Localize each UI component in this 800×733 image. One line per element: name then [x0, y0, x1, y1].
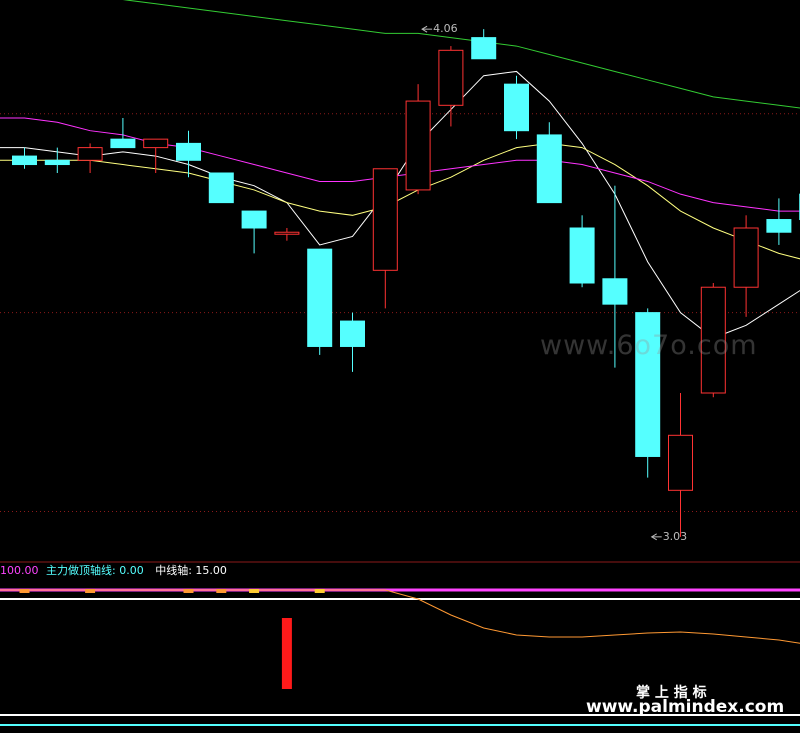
candle-body-up	[668, 434, 693, 491]
candle-body-down	[241, 210, 267, 229]
candle-body-down	[12, 155, 37, 166]
legend-mid-axis: 中线轴: 15.00	[155, 564, 227, 577]
candle	[274, 228, 300, 241]
candle-body-up	[438, 49, 464, 106]
indicator-marker	[314, 589, 325, 593]
candle	[372, 168, 398, 309]
candle-body-down	[766, 219, 792, 233]
candle	[569, 215, 595, 288]
candle	[471, 29, 497, 60]
moving-average-lines	[0, 0, 800, 339]
candle-body-down	[340, 320, 365, 347]
legend-top-value: 100.00	[0, 564, 39, 577]
indicator-marker	[183, 589, 194, 593]
candle	[176, 130, 201, 178]
candle-body-down	[471, 37, 497, 60]
candle-body-down	[504, 83, 529, 132]
candle-body-up	[77, 147, 103, 161]
candle	[766, 198, 792, 245]
moving-average-line	[0, 70, 800, 339]
candle-body-down	[569, 227, 595, 284]
candle-body-down	[44, 159, 70, 166]
candle-body-up	[405, 100, 431, 191]
candle	[405, 84, 431, 195]
url-watermark: www.palmindex.com	[586, 697, 785, 717]
candle-body-up	[274, 231, 300, 235]
candle-body-down	[208, 172, 234, 204]
indicator-red-bar	[281, 618, 292, 689]
indicator-marker	[249, 589, 260, 593]
candle-body-down	[602, 278, 628, 305]
candle-body-up	[143, 138, 169, 149]
candle	[110, 118, 136, 149]
candle	[438, 46, 464, 127]
candle	[733, 215, 759, 317]
candle	[307, 248, 333, 355]
candle	[504, 75, 529, 140]
candle-body-down	[307, 248, 333, 347]
candle	[536, 122, 562, 204]
legend-axis-line: 主力做顶轴线: 0.00	[46, 564, 144, 577]
candle	[44, 147, 70, 173]
candle-body-up	[733, 227, 759, 288]
candle	[668, 393, 693, 537]
moving-average-line	[122, 0, 800, 109]
indicator-marker	[216, 589, 227, 593]
indicator-marker	[19, 589, 30, 593]
candle-body-down	[110, 138, 136, 149]
candle	[208, 172, 234, 204]
candle	[241, 210, 267, 254]
high-price-label: 4.06	[433, 22, 458, 36]
chart-canvas	[0, 0, 800, 726]
moving-average-line	[0, 142, 800, 260]
low-price-label: 3.03	[662, 529, 688, 543]
indicator-marker	[85, 589, 96, 593]
candle	[340, 312, 365, 372]
candle	[77, 143, 103, 173]
candle-body-down	[176, 142, 201, 161]
candlestick-series	[12, 25, 800, 541]
candle-body-down	[536, 134, 562, 204]
candle	[12, 147, 37, 169]
candle-body-up	[372, 168, 398, 271]
center-watermark: www.6o7o.com	[540, 330, 758, 361]
indicator-legend: 100.00 主力做顶轴线: 0.00 中线轴: 15.00	[0, 564, 227, 578]
